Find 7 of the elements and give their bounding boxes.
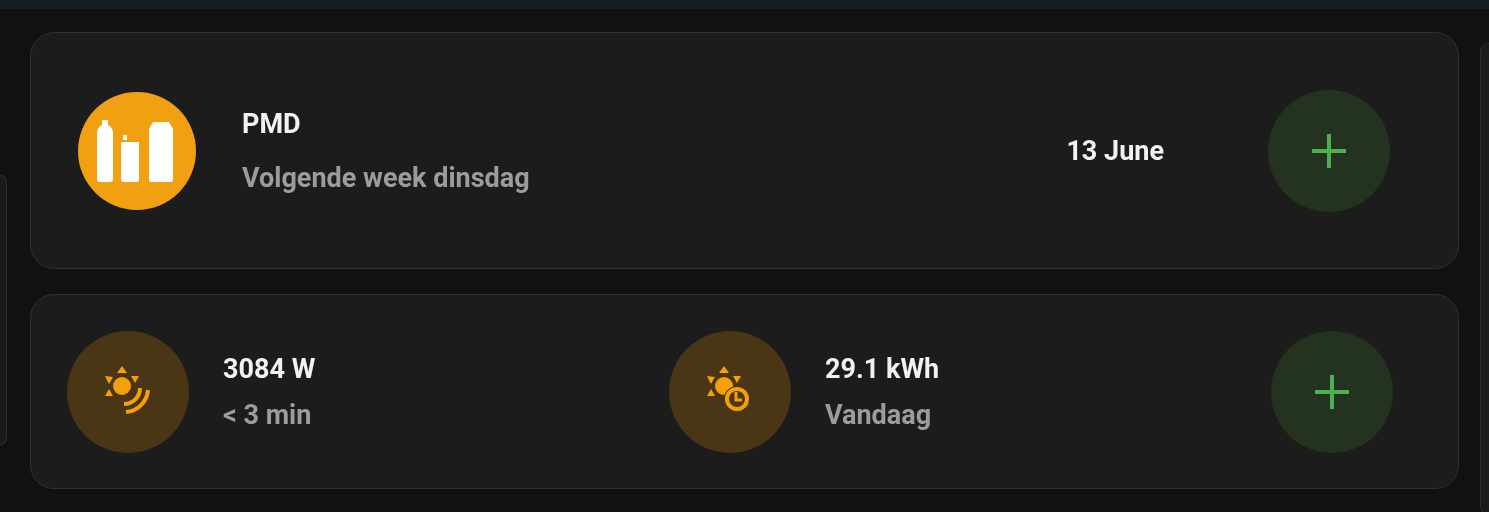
sensor-label: < 3 min bbox=[223, 398, 313, 431]
waste-subtitle: Volgende week dinsdag bbox=[242, 161, 530, 194]
pickup-date: 13 June bbox=[1066, 134, 1164, 167]
sensor-label: Vandaag bbox=[825, 398, 933, 431]
waste-title: PMD bbox=[242, 107, 302, 140]
sensor-value: 3084 W bbox=[223, 352, 316, 385]
sensor-value: 29.1 kWh bbox=[825, 352, 940, 385]
